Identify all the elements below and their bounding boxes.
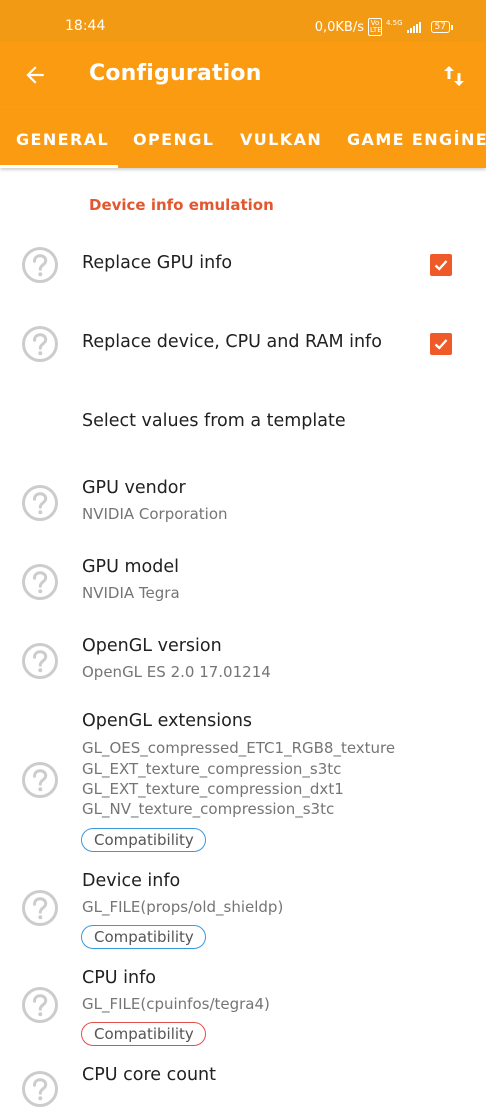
checkmark-icon xyxy=(434,260,448,271)
help-circle-icon[interactable] xyxy=(21,889,59,927)
battery-icon: 57 xyxy=(430,21,454,33)
help-circle-icon[interactable] xyxy=(21,563,59,601)
replace-gpu-checkbox[interactable] xyxy=(430,254,452,276)
help-circle-icon[interactable] xyxy=(21,246,59,284)
volte-icon: Vo LTE xyxy=(367,18,382,36)
setting-value: OpenGL ES 2.0 17.01214 xyxy=(82,663,271,681)
extension-item: GL_NV_texture_compression_s3tc xyxy=(82,800,335,818)
network-speed: 0,0KB/s xyxy=(314,19,364,35)
section-header: Device info emulation xyxy=(89,196,274,214)
tab-opengl[interactable]: OPENGL xyxy=(133,130,214,149)
compatibility-badge: Compatibility xyxy=(81,828,206,852)
setting-title: GPU vendor xyxy=(82,478,186,498)
signal-icon xyxy=(406,21,421,33)
checkmark-icon xyxy=(434,339,448,350)
page-title: Configuration xyxy=(89,61,262,86)
setting-title: CPU core count xyxy=(82,1065,216,1085)
setting-title: Replace GPU info xyxy=(82,253,233,273)
setting-title: GPU model xyxy=(82,557,179,577)
tab-bar: GENERAL OPENGL VULKAN GAME ENGİNE xyxy=(0,110,486,168)
network-type: 4.5G xyxy=(385,19,403,27)
help-circle-icon[interactable] xyxy=(21,761,59,799)
help-circle-icon[interactable] xyxy=(21,325,59,363)
help-circle-icon[interactable] xyxy=(21,484,59,522)
replace-device-checkbox[interactable] xyxy=(430,333,452,355)
setting-title: Replace device, CPU and RAM info xyxy=(82,332,382,352)
compatibility-badge: Compatibility xyxy=(81,1022,206,1046)
arrow-left-icon[interactable] xyxy=(22,62,48,88)
setting-value: NVIDIA Corporation xyxy=(82,505,228,523)
setting-value: GL_FILE(cpuinfos/tegra4) xyxy=(82,995,270,1013)
setting-title: Select values from a template xyxy=(82,411,346,431)
status-indicators: 0,0KB/s Vo LTE 4.5G 57 xyxy=(314,18,454,36)
app-bar: Configuration xyxy=(0,42,486,110)
extension-item: GL_EXT_texture_compression_s3tc xyxy=(82,760,342,778)
extension-item: GL_EXT_texture_compression_dxt1 xyxy=(82,780,344,798)
compatibility-badge: Compatibility xyxy=(81,925,206,949)
setting-title: Device info xyxy=(82,871,181,891)
setting-value: NVIDIA Tegra xyxy=(82,584,180,602)
help-circle-icon[interactable] xyxy=(21,986,59,1024)
tab-game-engine[interactable]: GAME ENGİNE xyxy=(347,130,486,149)
setting-value: GL_FILE(props/old_shieldp) xyxy=(82,898,284,916)
status-bar: 18:44 0,0KB/s Vo LTE 4.5G 57 xyxy=(0,0,486,42)
help-circle-icon[interactable] xyxy=(21,642,59,680)
setting-title: OpenGL extensions xyxy=(82,711,253,731)
tab-general[interactable]: GENERAL xyxy=(16,130,109,149)
tab-vulkan[interactable]: VULKAN xyxy=(240,130,322,149)
help-circle-icon[interactable] xyxy=(21,1070,59,1108)
extension-item: GL_OES_compressed_ETC1_RGB8_texture xyxy=(82,739,396,757)
setting-title: OpenGL version xyxy=(82,636,222,656)
setting-title: CPU info xyxy=(82,968,156,988)
swap-vertical-icon[interactable] xyxy=(442,63,466,89)
tab-indicator xyxy=(0,165,118,168)
status-time: 18:44 xyxy=(65,18,106,34)
